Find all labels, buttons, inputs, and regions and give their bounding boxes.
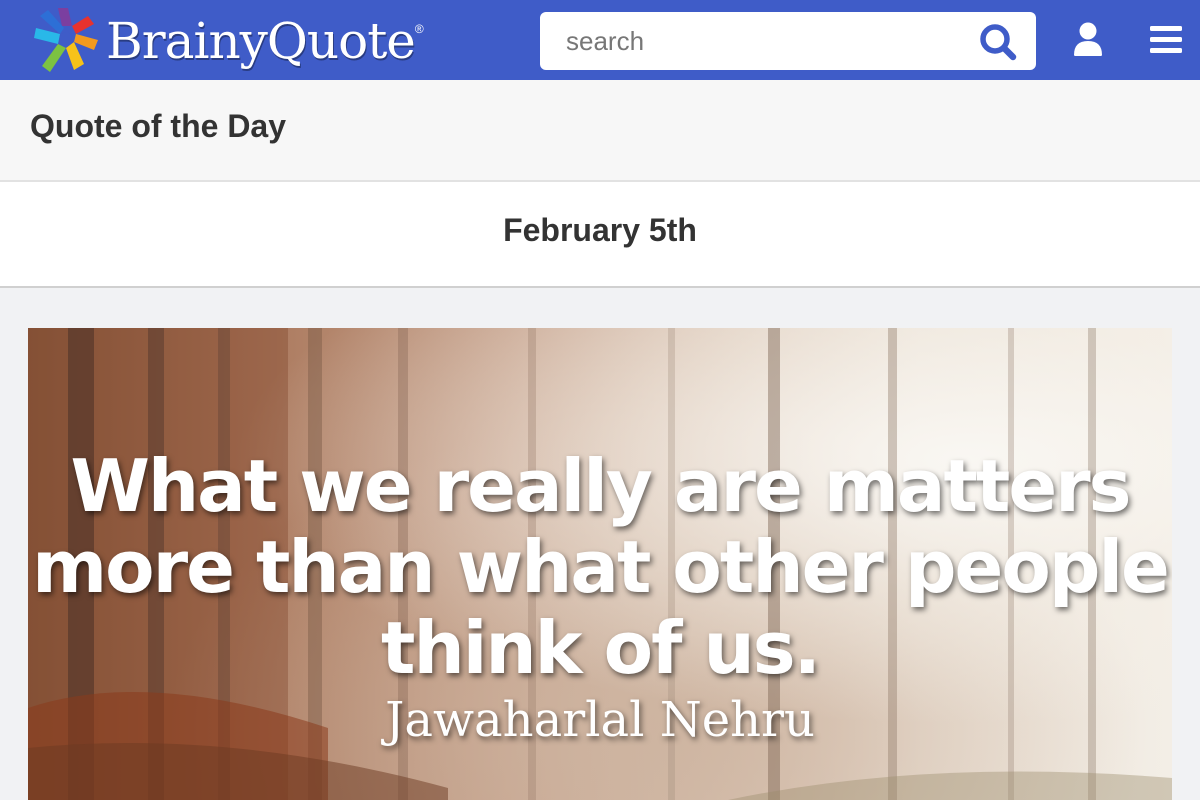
search-button[interactable] <box>978 22 1018 62</box>
site-header: BrainyQuote ® <box>0 0 1200 80</box>
qotd-section: Quote of the Day <box>0 80 1200 182</box>
quote-text: What we really are matters more than what… <box>28 446 1172 689</box>
quote-author: Jawaharlal Nehru <box>385 692 815 748</box>
menu-button[interactable] <box>1146 22 1186 58</box>
account-button[interactable] <box>1068 20 1108 60</box>
logo-wordmark: BrainyQuote <box>106 12 416 70</box>
date-section: February 5th <box>0 182 1200 288</box>
brainyquote-logo[interactable]: BrainyQuote ® <box>28 4 424 78</box>
search-input[interactable] <box>540 12 960 70</box>
search-icon <box>980 24 1017 61</box>
quote-line: What we really are matters <box>70 444 1131 528</box>
page-title: Quote of the Day <box>30 108 287 144</box>
quote-line: more than what other people <box>32 525 1170 609</box>
menu-icon <box>1150 26 1182 53</box>
search-box <box>540 12 1036 70</box>
quote-date: February 5th <box>503 212 697 248</box>
registered-mark: ® <box>414 22 424 36</box>
logo-mark-icon <box>34 8 98 72</box>
quote-line: think of us. <box>381 606 821 690</box>
quote-image-card[interactable]: What we really are matters more than what… <box>28 328 1172 800</box>
user-icon <box>1074 22 1102 56</box>
